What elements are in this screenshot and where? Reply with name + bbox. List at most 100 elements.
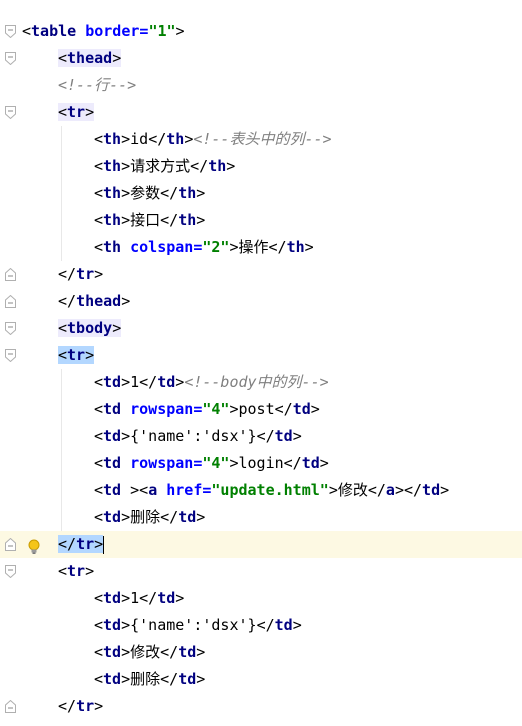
code-token: >: [196, 508, 206, 526]
code-token: >: [112, 49, 122, 67]
code-line[interactable]: <tr>: [0, 99, 522, 126]
code-token: rowspan=: [121, 400, 203, 418]
code-text: <tbody>: [58, 315, 122, 342]
code-token: th: [208, 157, 227, 175]
code-token: <: [94, 670, 104, 688]
code-line[interactable]: <!--行-->: [0, 72, 522, 99]
code-token: rowspan=: [121, 454, 203, 472]
code-token: td: [274, 427, 293, 445]
code-token: >: [310, 400, 320, 418]
code-token: td: [292, 400, 311, 418]
code-token: >: [184, 130, 194, 148]
code-token: >: [292, 616, 302, 634]
code-token: >: [121, 643, 131, 661]
code-token: >: [121, 589, 131, 607]
code-token: <: [94, 157, 104, 175]
code-line[interactable]: <td>{'name':'dsx'}</td>: [0, 612, 522, 639]
code-token: <: [94, 643, 104, 661]
code-token: <: [94, 427, 104, 445]
code-line[interactable]: <tr>: [0, 558, 522, 585]
fold-open-icon[interactable]: [5, 349, 16, 362]
code-token: td: [301, 454, 320, 472]
code-area[interactable]: <table border="1"> <thead> <!--行--> <tr> <th…: [0, 18, 522, 720]
code-token: td: [103, 643, 122, 661]
fold-open-icon[interactable]: [5, 322, 16, 335]
code-token: 1: [130, 589, 140, 607]
code-text: <td>删除</td>: [94, 666, 205, 693]
fold-close-icon[interactable]: [5, 538, 16, 551]
code-line[interactable]: <td>修改</td>: [0, 639, 522, 666]
code-token: >: [94, 265, 104, 283]
fold-open-icon[interactable]: [5, 106, 16, 119]
code-token: >: [85, 103, 95, 121]
code-token: login: [238, 454, 284, 472]
code-text: <!--行-->: [58, 72, 136, 99]
code-token: ><: [121, 481, 149, 499]
code-line[interactable]: <td>1</td><!--body中的列-->: [0, 369, 522, 396]
code-line[interactable]: </tr>: [0, 531, 522, 558]
code-token: th: [178, 184, 197, 202]
fold-close-icon[interactable]: [5, 295, 16, 308]
code-line[interactable]: <th>id</th><!--表头中的列-->: [0, 126, 522, 153]
code-token: <: [94, 238, 104, 256]
code-text: <td>1</td><!--body中的列-->: [94, 369, 329, 396]
code-line[interactable]: <td rowspan="4">post</td>: [0, 396, 522, 423]
code-token: "2": [202, 238, 230, 256]
code-token: "update.html": [211, 481, 329, 499]
code-line[interactable]: <td ><a href="update.html">修改</a></td>: [0, 477, 522, 504]
code-line[interactable]: <td rowspan="4">login</td>: [0, 450, 522, 477]
code-token: 修改: [337, 481, 368, 499]
code-token: >: [85, 562, 95, 580]
fold-open-icon[interactable]: [5, 565, 16, 578]
code-line[interactable]: <td>删除</td>: [0, 666, 522, 693]
code-token: >: [196, 211, 206, 229]
code-token: td: [103, 427, 122, 445]
code-token: </: [160, 184, 179, 202]
code-token: >: [121, 670, 131, 688]
code-token: tbody: [67, 319, 113, 337]
code-token: >: [121, 427, 131, 445]
code-line[interactable]: <th colspan="2">操作</th>: [0, 234, 522, 261]
fold-open-icon[interactable]: [5, 25, 16, 38]
code-token: >: [196, 670, 206, 688]
code-token: >: [121, 616, 131, 634]
code-line[interactable]: <th>参数</th>: [0, 180, 522, 207]
code-line[interactable]: <tr>: [0, 342, 522, 369]
code-line[interactable]: </thead>: [0, 288, 522, 315]
code-token: table: [31, 22, 77, 40]
code-line[interactable]: <tbody>: [0, 315, 522, 342]
code-line[interactable]: </tr>: [0, 693, 522, 720]
code-token: "4": [202, 400, 230, 418]
code-line[interactable]: </tr>: [0, 261, 522, 288]
code-line[interactable]: <table border="1">: [0, 18, 522, 45]
code-token: >: [121, 157, 131, 175]
code-token: thead: [76, 292, 122, 310]
code-line[interactable]: <td>1</td>: [0, 585, 522, 612]
code-token: tr: [76, 535, 95, 553]
code-token: </: [58, 697, 77, 715]
code-token: th: [103, 130, 122, 148]
code-text: <th>参数</th>: [94, 180, 205, 207]
code-token: <: [94, 616, 104, 634]
lightbulb-icon[interactable]: [28, 537, 40, 554]
code-line[interactable]: <thead>: [0, 45, 522, 72]
code-token: td: [274, 616, 293, 634]
code-token: <!--行-->: [58, 76, 137, 94]
code-token: td: [103, 400, 122, 418]
code-token: >: [112, 319, 122, 337]
code-line[interactable]: <th>请求方式</th>: [0, 153, 522, 180]
code-token: </: [367, 481, 386, 499]
fold-open-icon[interactable]: [5, 52, 16, 65]
fold-close-icon[interactable]: [5, 700, 16, 713]
code-token: a: [385, 481, 395, 499]
code-token: 参数: [130, 184, 161, 202]
fold-close-icon[interactable]: [5, 268, 16, 281]
code-token: td: [103, 616, 122, 634]
code-editor[interactable]: <table border="1"> <thead> <!--行--> <tr> <th…: [0, 0, 522, 726]
code-line[interactable]: <td>{'name':'dsx'}</td>: [0, 423, 522, 450]
code-token: td: [103, 481, 122, 499]
code-line[interactable]: <td>删除</td>: [0, 504, 522, 531]
code-token: </: [190, 157, 209, 175]
code-token: th: [103, 157, 122, 175]
code-line[interactable]: <th>接口</th>: [0, 207, 522, 234]
